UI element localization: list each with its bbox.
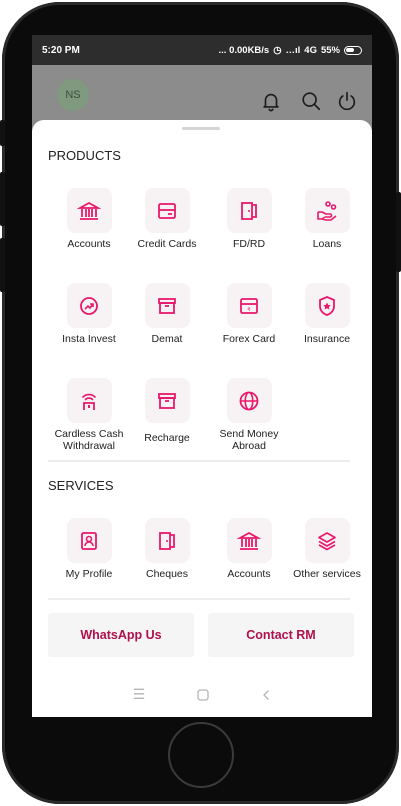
products-title: PRODUCTS bbox=[48, 148, 121, 163]
section-divider bbox=[48, 598, 350, 600]
product-insurance[interactable]: Insurance bbox=[286, 283, 368, 345]
contact-rm-button[interactable]: Contact RM bbox=[208, 613, 354, 657]
mute-switch bbox=[0, 120, 5, 146]
forex-card-icon: ₹ bbox=[240, 297, 258, 314]
search-icon[interactable] bbox=[300, 90, 322, 112]
signal-icon: …ıl bbox=[285, 44, 301, 56]
status-bar: 5:20 PM ... 0.00KB/s ◷ …ıl 4G 55% bbox=[32, 35, 372, 65]
services-title: SERVICES bbox=[48, 478, 114, 493]
status-time: 5:20 PM bbox=[42, 44, 80, 56]
svg-text:₹: ₹ bbox=[247, 307, 250, 313]
shield-star-icon bbox=[319, 295, 335, 316]
battery-percent: 55% bbox=[320, 44, 340, 56]
service-accounts[interactable]: Accounts bbox=[208, 518, 290, 580]
products-bottom-sheet: PRODUCTS Accounts Credit Cards FD/RD Loa… bbox=[32, 120, 372, 717]
tile-label: Insta Invest bbox=[62, 333, 116, 345]
power-button bbox=[396, 192, 401, 272]
tile-label: Insurance bbox=[303, 333, 351, 345]
bank-icon bbox=[237, 531, 261, 550]
service-other-services[interactable]: Other services bbox=[286, 518, 368, 580]
globe-icon bbox=[239, 391, 259, 410]
label-line-2: Abroad bbox=[232, 440, 266, 452]
tile-label: Cardless Cash Withdrawal bbox=[55, 428, 124, 452]
card-icon bbox=[158, 202, 176, 219]
bell-icon[interactable] bbox=[260, 90, 282, 112]
layers-icon bbox=[318, 531, 336, 550]
product-loans[interactable]: Loans bbox=[286, 188, 368, 250]
back-icon[interactable] bbox=[261, 689, 271, 701]
product-insta-invest[interactable]: Insta Invest bbox=[48, 283, 130, 345]
profile-icon bbox=[81, 531, 97, 550]
volume-down-button bbox=[0, 238, 5, 292]
atm-wifi-icon bbox=[82, 393, 96, 410]
tile-label: Credit Cards bbox=[137, 238, 197, 250]
screen: 5:20 PM ... 0.00KB/s ◷ …ıl 4G 55% NS PRO… bbox=[32, 35, 372, 717]
product-recharge[interactable]: Recharge bbox=[126, 378, 208, 444]
home-icon[interactable] bbox=[197, 688, 209, 701]
cheque-icon bbox=[159, 531, 175, 550]
product-cardless-cash-withdrawal[interactable]: Cardless Cash Withdrawal bbox=[48, 378, 130, 452]
tile-label: Send Money Abroad bbox=[220, 428, 279, 452]
service-cheques[interactable]: Cheques bbox=[126, 518, 208, 580]
tile-label: Accounts bbox=[227, 568, 271, 580]
alarm-icon: ◷ bbox=[273, 44, 282, 56]
archive-icon bbox=[158, 297, 176, 314]
tile-label: FD/RD bbox=[232, 238, 266, 250]
tile-label: Loans bbox=[312, 238, 342, 250]
section-divider bbox=[48, 460, 350, 462]
bank-icon bbox=[77, 201, 101, 220]
label-line-1: Send Money bbox=[219, 428, 279, 440]
app-header: NS bbox=[32, 65, 372, 120]
product-send-money-abroad[interactable]: Send Money Abroad bbox=[208, 378, 290, 452]
whatsapp-us-button[interactable]: WhatsApp Us bbox=[48, 613, 194, 657]
label-line-1: Cardless Cash bbox=[54, 428, 124, 440]
phone-home-button[interactable] bbox=[168, 722, 234, 788]
android-nav-bar: ☰ bbox=[32, 672, 372, 717]
recharge-icon bbox=[158, 392, 176, 409]
loan-hand-icon bbox=[317, 200, 337, 221]
tile-label: Demat bbox=[151, 333, 183, 345]
door-icon bbox=[241, 201, 257, 220]
growth-icon bbox=[80, 296, 98, 315]
product-credit-cards[interactable]: Credit Cards bbox=[126, 188, 208, 250]
label-line-2: Withdrawal bbox=[63, 440, 115, 452]
power-icon[interactable] bbox=[336, 90, 358, 112]
volume-up-button bbox=[0, 172, 5, 226]
battery-icon bbox=[344, 45, 362, 55]
network-type: 4G bbox=[304, 44, 317, 56]
tile-label: Forex Card bbox=[222, 333, 276, 345]
tile-label: Recharge bbox=[144, 432, 190, 444]
service-my-profile[interactable]: My Profile bbox=[48, 518, 130, 580]
tile-label: Other services bbox=[293, 568, 361, 580]
tile-label: Cheques bbox=[145, 568, 189, 580]
avatar[interactable]: NS bbox=[57, 79, 89, 111]
menu-icon[interactable]: ☰ bbox=[133, 686, 146, 703]
sheet-drag-handle[interactable] bbox=[182, 127, 220, 130]
network-speed: ... 0.00KB/s bbox=[218, 44, 270, 56]
tile-label: Accounts bbox=[67, 238, 111, 250]
product-forex-card[interactable]: ₹ Forex Card bbox=[208, 283, 290, 345]
product-fd-rd[interactable]: FD/RD bbox=[208, 188, 290, 250]
product-accounts[interactable]: Accounts bbox=[48, 188, 130, 250]
tile-label: My Profile bbox=[65, 568, 113, 580]
product-demat[interactable]: Demat bbox=[126, 283, 208, 345]
